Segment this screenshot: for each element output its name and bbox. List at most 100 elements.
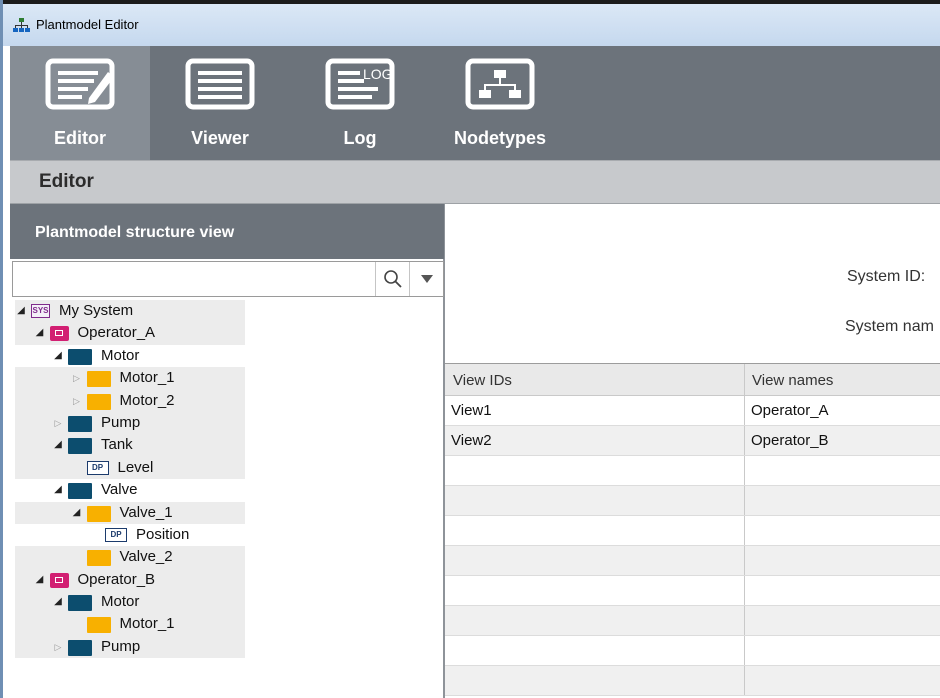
- table-row[interactable]: [445, 456, 940, 486]
- type-node-icon: [68, 438, 92, 455]
- tree-item-label: Pump: [101, 413, 141, 431]
- tree-item[interactable]: ◢ Valve_1: [15, 501, 245, 524]
- search-icon: [384, 270, 402, 288]
- window-left-border: [0, 0, 3, 698]
- table-row[interactable]: [445, 546, 940, 576]
- tree-item[interactable]: ◢ Operator_A: [15, 322, 245, 345]
- tree-item[interactable]: ◢ Motor: [15, 591, 245, 614]
- log-icon-text: LOG: [363, 66, 393, 82]
- detail-panel: System ID: System nam View IDs View name…: [445, 204, 940, 698]
- table-row[interactable]: [445, 486, 940, 516]
- tree-item-label: Motor_2: [119, 391, 175, 409]
- datapoint-icon: DP: [105, 527, 127, 542]
- dropdown-arrow-icon: [421, 275, 433, 283]
- type-node-icon: [68, 348, 92, 365]
- column-divider: [744, 396, 745, 425]
- expanded-arrow-icon[interactable]: ◢: [52, 345, 64, 367]
- toolbar-log-label: Log: [343, 128, 377, 148]
- structure-tree: ◢ SYS My System ◢ Operator_A ◢ Motor ▷ Motor_1 ▷ M…: [15, 300, 445, 659]
- tree-item[interactable]: ▷ Motor_2: [15, 389, 245, 412]
- tree-item[interactable]: ▷ Pump: [15, 635, 245, 659]
- expanded-arrow-icon[interactable]: ◢: [71, 502, 83, 524]
- main-toolbar: Editor Viewer LOG Log Nodetypes: [10, 46, 940, 160]
- structure-view-title: Plantmodel structure view: [35, 224, 235, 241]
- tree-item[interactable]: DP Position: [15, 524, 245, 546]
- system-form: System ID: System nam: [445, 204, 940, 363]
- tree-item-label: Position: [136, 525, 190, 543]
- toolbar-nodetypes-label: Nodetypes: [453, 128, 547, 148]
- table-row[interactable]: [445, 516, 940, 546]
- tree-item[interactable]: ◢ SYS My System: [15, 300, 245, 323]
- section-header: Editor: [10, 160, 940, 204]
- toolbar-editor-button[interactable]: Editor: [10, 46, 150, 160]
- tree-item[interactable]: Valve_2: [15, 546, 245, 569]
- type-node-icon: [68, 595, 92, 612]
- collapsed-arrow-icon[interactable]: ▷: [52, 412, 64, 434]
- tree-item[interactable]: Motor_1: [15, 613, 245, 636]
- type-node-icon: [68, 483, 92, 500]
- column-divider: [744, 576, 745, 605]
- type-node-icon: [68, 639, 92, 656]
- window-titlebar[interactable]: Plantmodel Editor: [3, 4, 940, 46]
- tree-item-label: Pump: [101, 637, 141, 655]
- column-divider: [744, 546, 745, 575]
- toolbar-viewer-label: Viewer: [191, 128, 249, 148]
- table-row[interactable]: [445, 636, 940, 666]
- toolbar-nodetypes-button[interactable]: Nodetypes: [430, 46, 570, 160]
- type-node-icon: [68, 415, 92, 432]
- cell-view-name[interactable]: Operator_B: [751, 432, 829, 449]
- column-header-view-ids[interactable]: View IDs: [453, 372, 512, 389]
- views-table: View IDs View names View1 Operator_A View2…: [445, 363, 940, 696]
- plantmodel-structure-panel: Plantmodel structure view ◢ SYS My System ◢…: [10, 204, 445, 698]
- tree-item[interactable]: ▷ Motor_1: [15, 367, 245, 390]
- tree-item-label: Level: [117, 458, 154, 476]
- search-button[interactable]: [375, 262, 409, 296]
- log-icon: LOG: [325, 58, 395, 110]
- expanded-arrow-icon[interactable]: ◢: [52, 434, 64, 456]
- collapsed-arrow-icon[interactable]: ▷: [71, 390, 83, 412]
- collapsed-arrow-icon[interactable]: ▷: [71, 367, 83, 389]
- datapoint-icon: DP: [86, 460, 109, 475]
- editor-icon: [45, 58, 115, 110]
- column-divider: [744, 606, 745, 635]
- tree-item[interactable]: ◢ Operator_B: [15, 568, 245, 592]
- structure-view-header: Plantmodel structure view: [10, 204, 444, 259]
- cell-view-name[interactable]: Operator_A: [751, 402, 829, 419]
- expanded-arrow-icon[interactable]: ◢: [34, 322, 46, 344]
- tree-item[interactable]: DP Level: [15, 456, 245, 480]
- table-row[interactable]: [445, 606, 940, 636]
- tree-item[interactable]: ◢ Motor: [15, 345, 245, 367]
- expanded-arrow-icon[interactable]: ◢: [34, 569, 46, 591]
- tree-item-label: Tank: [101, 436, 133, 454]
- cell-view-id[interactable]: View1: [451, 402, 492, 419]
- tree-item-label: Motor: [101, 593, 140, 611]
- operator-icon: [49, 572, 69, 588]
- table-row[interactable]: [445, 576, 940, 606]
- column-header-view-names[interactable]: View names: [752, 372, 833, 389]
- toolbar-log-button[interactable]: LOG Log: [290, 46, 430, 160]
- column-divider[interactable]: [744, 364, 745, 395]
- app-icon: [13, 18, 30, 32]
- tree-item-label: My System: [59, 302, 134, 319]
- tree-item[interactable]: ◢ Valve: [15, 479, 245, 501]
- cell-view-id[interactable]: View2: [451, 432, 492, 449]
- collapsed-arrow-icon[interactable]: ▷: [52, 636, 64, 658]
- search-input[interactable]: [13, 262, 375, 296]
- expanded-arrow-icon[interactable]: ◢: [52, 591, 64, 613]
- toolbar-viewer-button[interactable]: Viewer: [150, 46, 290, 160]
- viewer-icon: [185, 58, 255, 110]
- column-divider: [744, 456, 745, 485]
- table-row[interactable]: View2 Operator_B: [445, 426, 940, 456]
- instance-node-icon: [86, 550, 111, 567]
- column-divider: [744, 426, 745, 455]
- table-row[interactable]: [445, 666, 940, 696]
- expanded-arrow-icon[interactable]: ◢: [15, 300, 27, 322]
- system-id-label: System ID:: [847, 268, 926, 285]
- operator-icon: [49, 326, 69, 342]
- dropdown-button[interactable]: [409, 262, 443, 296]
- column-divider: [744, 486, 745, 515]
- tree-item[interactable]: ▷ Pump: [15, 411, 245, 435]
- tree-item[interactable]: ◢ Tank: [15, 434, 245, 457]
- expanded-arrow-icon[interactable]: ◢: [52, 479, 64, 501]
- table-row[interactable]: View1 Operator_A: [445, 396, 940, 426]
